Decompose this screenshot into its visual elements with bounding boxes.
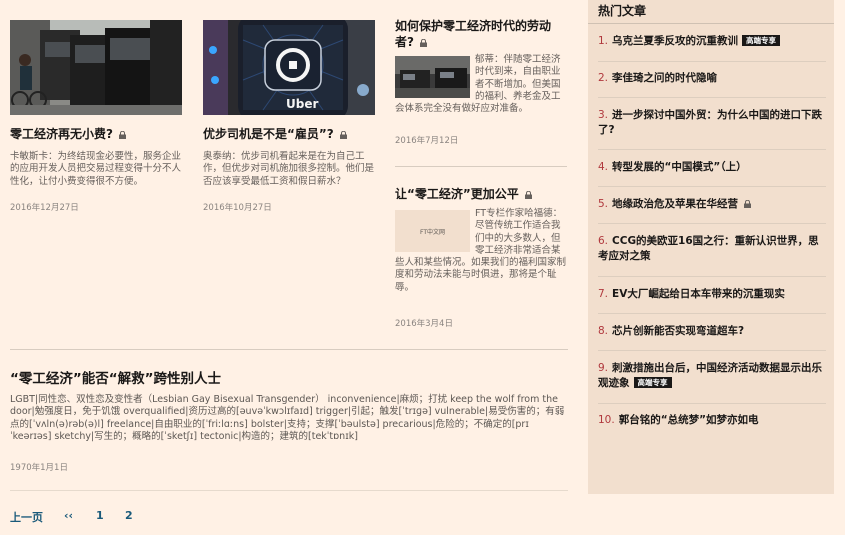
- divider: [598, 97, 826, 98]
- page-link-2[interactable]: 2: [125, 509, 133, 522]
- divider: [598, 403, 826, 404]
- hot-article-item[interactable]: 1. 乌克兰夏季反攻的沉重教训 高端专享: [598, 34, 826, 49]
- article-summary: 奥泰纳：优步司机看起来是在为自己工作，但优步对司机施加很多控制。他们是否应该享受…: [203, 151, 375, 187]
- hot-article-item[interactable]: 4. 转型发展的“中国模式”（上）: [598, 160, 826, 175]
- article-date: 2016年7月12日: [395, 136, 459, 146]
- premium-badge: 高端专享: [633, 377, 672, 388]
- lock-icon: [524, 191, 532, 199]
- sidebar-header: 热门文章: [588, 0, 834, 24]
- hot-article-item[interactable]: 3. 进一步探讨中国外贸：为什么中国的进口下跌了?: [598, 108, 826, 138]
- article-title[interactable]: “零工经济”能否“解救”跨性别人士: [10, 370, 221, 388]
- hot-article-item[interactable]: 7. EV大厂崛起给日本车带来的沉重现实: [598, 287, 826, 302]
- article-image-taxis[interactable]: [10, 20, 182, 115]
- first-page-link[interactable]: ‹‹: [64, 509, 73, 522]
- divider: [598, 186, 826, 187]
- divider: [10, 349, 568, 350]
- article-title[interactable]: 优步司机是不是“雇员”?: [203, 126, 375, 142]
- article-image-uber-app[interactable]: Uber: [203, 20, 375, 115]
- divider: [598, 61, 826, 62]
- article-summary: 郁蒂：伴随零工经济时代到来，自由职业者不断增加。但美国的福利、养老金及工会体系完…: [395, 54, 561, 115]
- hot-articles-sidebar: 热门文章 1. 乌克兰夏季反攻的沉重教训 高端专享 2. 李佳琦之问的时代隐喻 3. 进…: [588, 0, 834, 494]
- prev-page-link[interactable]: 上一页: [10, 509, 43, 525]
- hot-article-item[interactable]: 10. 郭台铭的“总统梦”如梦亦如电: [598, 413, 826, 428]
- divider: [395, 166, 567, 167]
- divider: [598, 149, 826, 150]
- divider: [598, 276, 826, 277]
- lock-icon: [118, 131, 126, 139]
- divider: [598, 350, 826, 351]
- article-summary: LGBT|同性恋、双性恋及变性者（Lesbian Gay Bisexual Tr…: [10, 394, 565, 442]
- article-title[interactable]: 零工经济再无小费?: [10, 126, 182, 142]
- divider: [10, 490, 568, 491]
- hot-article-item[interactable]: 8. 芯片创新能否实现弯道超车?: [598, 324, 826, 339]
- article-date: 2016年10月27日: [203, 203, 272, 213]
- hot-article-item[interactable]: 9. 刺激措施出台后，中国经济活动数据显示出乐观迹象 高端专享: [598, 361, 826, 391]
- article-date: 2016年3月4日: [395, 319, 453, 329]
- divider: [598, 313, 826, 314]
- sidebar-heading: 热门文章: [598, 4, 647, 18]
- uber-logo-text: Uber: [286, 97, 318, 111]
- hot-article-item[interactable]: 6. CCG的美欧亚16国之行：重新认识世界，思考应对之策: [598, 234, 826, 264]
- article-list: 零工经济再无小费? 卡敏斯卡：为终结现金必要性，服务企业的应用开发人员把交易过程…: [10, 0, 568, 535]
- divider: [598, 223, 826, 224]
- hot-article-item[interactable]: 5. 地缘政治危及苹果在华经营: [598, 197, 826, 212]
- article-date: 2016年12月27日: [10, 203, 79, 213]
- article-summary: 卡敏斯卡：为终结现金必要性，服务企业的应用开发人员把交易过程变得十分不人性化，让…: [10, 151, 182, 187]
- article-summary: FT专栏作家哈福德：尽管传统工作适合我们中的大多数人，但零工经济非常适合某些人和…: [395, 208, 567, 293]
- article-date: 1970年1月1日: [10, 463, 68, 473]
- page-link-1[interactable]: 1: [96, 509, 104, 522]
- lock-icon: [744, 200, 752, 208]
- article-title[interactable]: 如何保护零工经济时代的劳动者?: [395, 18, 560, 50]
- hot-article-item[interactable]: 2. 李佳琦之问的时代隐喻: [598, 71, 826, 86]
- lock-icon: [339, 131, 347, 139]
- lock-icon: [419, 39, 427, 47]
- article-title[interactable]: 让“零工经济”更加公平: [395, 186, 567, 202]
- premium-badge: 高端专享: [742, 35, 781, 46]
